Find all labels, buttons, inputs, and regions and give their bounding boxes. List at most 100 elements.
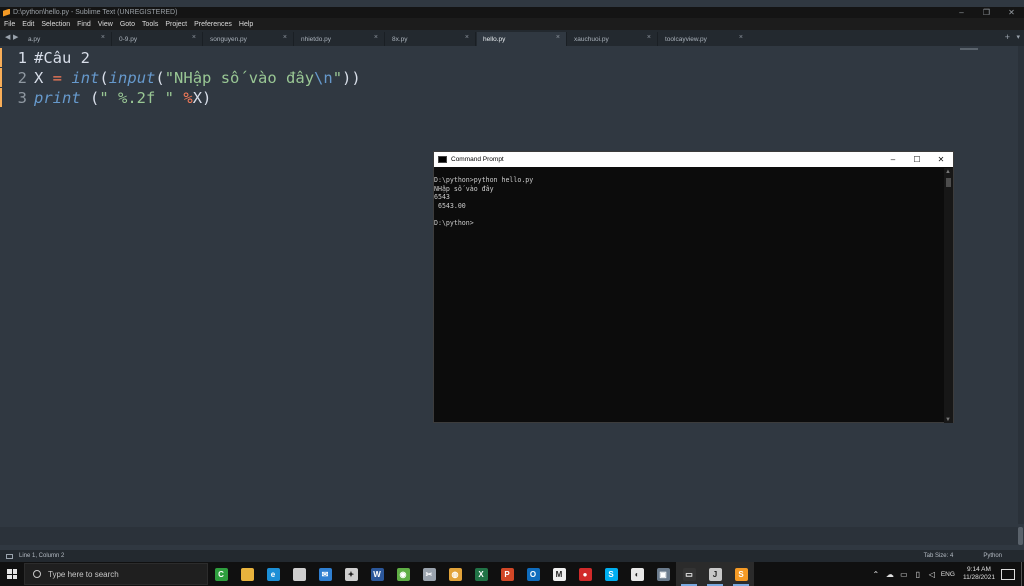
taskbar-app-greenshot[interactable]: ◉	[390, 562, 416, 586]
tab-close-icon[interactable]: ×	[739, 34, 743, 41]
code-line[interactable]: 1 #Câu 2	[0, 48, 90, 68]
clock-time: 9:14 AM	[967, 566, 991, 573]
tab-nhietdo-py[interactable]: nhietdo.py ×	[295, 32, 385, 46]
vertical-scrollbar[interactable]	[1018, 46, 1024, 524]
taskbar-app-snipping[interactable]: ✂	[416, 562, 442, 586]
cmd-maximize-button[interactable]: ☐	[905, 155, 929, 164]
taskbar-app-skype[interactable]: S	[598, 562, 624, 586]
taskbar-app-chrome[interactable]: ◍	[442, 562, 468, 586]
tab-xauchuoi-py[interactable]: xauchuoi.py ×	[568, 32, 658, 46]
cloud-icon[interactable]: ☁	[885, 570, 895, 579]
taskbar-app-dropbox[interactable]: ✦	[338, 562, 364, 586]
taskbar-app-store[interactable]	[286, 562, 312, 586]
tab-toolcayview-py[interactable]: toolcayview.py ×	[659, 32, 749, 46]
menu-view[interactable]: View	[98, 21, 113, 28]
code-function: int	[71, 69, 100, 87]
taskbar-app-excel[interactable]: X	[468, 562, 494, 586]
panel-toggle-icon[interactable]	[6, 553, 13, 559]
chevron-up-icon[interactable]: ⌃	[871, 570, 881, 579]
cmd-minimize-button[interactable]: –	[881, 155, 905, 164]
new-tab-icon[interactable]: +	[1005, 32, 1010, 42]
scroll-down-icon[interactable]: ▼	[945, 417, 951, 423]
menu-help[interactable]: Help	[239, 21, 253, 28]
tab-prev-icon[interactable]: ◀	[5, 33, 10, 41]
outlook-icon: O	[526, 567, 540, 581]
tab-close-icon[interactable]: ×	[465, 34, 469, 41]
language-indicator[interactable]: ENG	[941, 571, 955, 578]
menu-selection[interactable]: Selection	[41, 21, 70, 28]
scroll-thumb[interactable]	[1018, 527, 1023, 545]
file-explorer-icon	[240, 567, 254, 581]
taskbar-app-vscode-ish[interactable]: ▣	[650, 562, 676, 586]
menu-tools[interactable]: Tools	[142, 21, 158, 28]
tab-close-icon[interactable]: ×	[192, 34, 196, 41]
notification-icon[interactable]	[1001, 568, 1015, 580]
taskbar-app-cmd[interactable]: ▭	[676, 562, 702, 586]
tab-close-icon[interactable]: ×	[647, 34, 651, 41]
close-button[interactable]: ✕	[999, 8, 1024, 17]
tab-next-icon[interactable]: ▶	[13, 33, 18, 41]
code-paren: (	[80, 89, 100, 107]
code-paren: (	[155, 69, 165, 87]
tab-label: xauchuoi.py	[574, 35, 609, 43]
cmd-close-button[interactable]: ✕	[929, 155, 953, 164]
taskbar-app-java[interactable]: J	[702, 562, 728, 586]
tab-songuyen-py[interactable]: songuyen.py ×	[204, 32, 294, 46]
tab-a-py[interactable]: a.py ×	[22, 32, 112, 46]
tab-dropdown-icon[interactable]: ▾	[1016, 33, 1020, 41]
cmd-scroll-thumb[interactable]	[946, 178, 951, 187]
horizontal-scroll-area[interactable]	[0, 527, 1018, 545]
tab-size[interactable]: Tab Size: 4	[924, 553, 954, 559]
taskbar-app-edge[interactable]: e	[260, 562, 286, 586]
volume-icon[interactable]: ◁	[927, 570, 937, 579]
cmd-scrollbar[interactable]: ▲ ▼	[944, 168, 953, 423]
taskbar-app-camtasia[interactable]: C	[208, 562, 234, 586]
minimap[interactable]	[960, 48, 978, 50]
restore-button[interactable]: ❐	[974, 8, 999, 17]
taskbar-app-mail[interactable]: ✉	[312, 562, 338, 586]
code-line[interactable]: 3 print (" %.2f " % X)	[0, 88, 212, 108]
cursor-position[interactable]: Line 1, Column 2	[19, 553, 924, 559]
taskbar-app-outlook[interactable]: O	[520, 562, 546, 586]
tab-hello-py[interactable]: hello.py ×	[477, 32, 567, 46]
tab-0-9-py[interactable]: 0-9.py ×	[113, 32, 203, 46]
tab-close-icon[interactable]: ×	[283, 34, 287, 41]
taskbar-search[interactable]: Type here to search	[24, 563, 208, 585]
tab-label: hello.py	[483, 35, 506, 43]
tab-close-icon[interactable]: ×	[556, 34, 560, 41]
menu-goto[interactable]: Goto	[120, 21, 135, 28]
command-prompt-window[interactable]: Command Prompt – ☐ ✕ D:\python>python he…	[433, 151, 954, 423]
scroll-up-icon[interactable]: ▲	[945, 169, 951, 175]
tab-bar: ◀ ▶ a.py × 0-9.py × songuyen.py × nhietdo.p…	[0, 30, 1024, 46]
title-bar: D:\python\hello.py - Sublime Text (UNREG…	[0, 7, 1024, 18]
code-line[interactable]: 2 X = int(input("NHập số vào đây \n "))	[0, 68, 361, 88]
taskbar-app-photos[interactable]: ◐	[624, 562, 650, 586]
menu-project[interactable]: Project	[165, 21, 187, 28]
taskbar-app-recorder[interactable]: ●	[572, 562, 598, 586]
line-number: 2	[17, 69, 27, 87]
taskbar-app-sublime[interactable]: S	[728, 562, 754, 586]
taskbar-app-powerpoint[interactable]: P	[494, 562, 520, 586]
code-string-end: "	[332, 69, 343, 87]
minimize-button[interactable]: –	[949, 8, 974, 17]
tab-close-icon[interactable]: ×	[101, 34, 105, 41]
tab-close-icon[interactable]: ×	[374, 34, 378, 41]
start-button[interactable]	[0, 562, 24, 586]
menu-preferences[interactable]: Preferences	[194, 21, 232, 28]
taskbar-app-word[interactable]: W	[364, 562, 390, 586]
menu-find[interactable]: Find	[77, 21, 91, 28]
syntax-mode[interactable]: Python	[983, 553, 1002, 559]
cmd-title-bar[interactable]: Command Prompt – ☐ ✕	[434, 152, 953, 167]
java-icon: J	[708, 567, 722, 581]
taskbar-app-medium[interactable]: M	[546, 562, 572, 586]
taskbar-app-file-explorer[interactable]	[234, 562, 260, 586]
menu-edit[interactable]: Edit	[22, 21, 34, 28]
network-icon[interactable]: ▯	[913, 570, 923, 579]
menu-file[interactable]: File	[4, 21, 15, 28]
tab-8x-py[interactable]: 8x.py ×	[386, 32, 476, 46]
battery-icon[interactable]: ▭	[899, 570, 909, 579]
vscode-ish-icon: ▣	[656, 567, 670, 581]
clock[interactable]: 9:14 AM 11/28/2021	[963, 566, 995, 582]
cmd-console[interactable]: D:\python>python hello.py NHập số vào đâ…	[434, 168, 944, 422]
